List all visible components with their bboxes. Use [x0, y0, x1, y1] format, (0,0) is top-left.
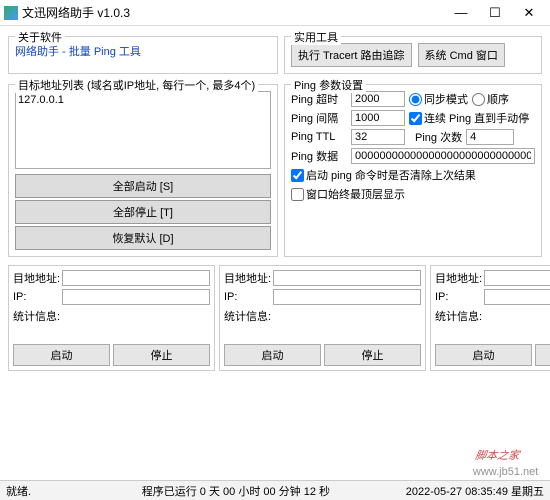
params-title: Ping 参数设置 [291, 77, 366, 93]
tools-title: 实用工具 [291, 29, 341, 45]
stop-all-button[interactable]: 全部停止 [T] [15, 200, 271, 224]
panel-ip-label: IP: [13, 291, 59, 303]
tools-groupbox: 实用工具 执行 Tracert 路由追踪 系统 Cmd 窗口 [284, 36, 542, 74]
statusbar: 就绪. 程序已运行 0 天 00 小时 00 分钟 12 秒 2022-05-2… [0, 480, 550, 500]
panel-addr-label: 目地地址: [224, 270, 270, 286]
timeout-input[interactable] [351, 91, 405, 107]
minimize-button[interactable]: — [444, 2, 478, 24]
topmost-check[interactable]: 窗口始终最顶层显示 [291, 186, 405, 202]
watermark: 脚本之家 www.jb51.net [472, 436, 543, 478]
continuous-check[interactable]: 连续 Ping 直到手动停 [409, 110, 529, 126]
targets-textarea[interactable]: 127.0.0.1 [15, 91, 271, 169]
seq-radio[interactable]: 顺序 [472, 91, 509, 107]
app-icon [4, 6, 18, 20]
panel-addr-label: 目地地址: [435, 270, 481, 286]
interval-input[interactable] [351, 110, 405, 126]
panel-start-button[interactable]: 启动 [224, 344, 321, 366]
status-right: 2022-05-27 08:35:49 星期五 [406, 483, 544, 499]
window-title: 文迅网络助手 v1.0.3 [22, 4, 444, 21]
clear-check[interactable]: 启动 ping 命令时是否清除上次结果 [291, 167, 476, 183]
status-center: 程序已运行 0 天 00 小时 00 分钟 12 秒 [66, 483, 406, 499]
panel-start-button[interactable]: 启动 [435, 344, 532, 366]
panel-stop-button[interactable]: 停止 [535, 344, 550, 366]
panel-ip-input[interactable] [62, 289, 210, 305]
sync-radio[interactable]: 同步模式 [409, 91, 468, 107]
panel-start-button[interactable]: 启动 [13, 344, 110, 366]
close-button[interactable]: ✕ [512, 2, 546, 24]
panel-ip-label: IP: [224, 291, 270, 303]
ttl-input[interactable] [351, 129, 405, 145]
panel-stats-label: 统计信息: [13, 308, 210, 324]
status-left: 就绪. [6, 483, 66, 499]
count-label: Ping 次数 [415, 129, 462, 145]
count-input[interactable] [466, 129, 514, 145]
data-label: Ping 数据 [291, 148, 347, 164]
panel-addr-input[interactable] [62, 270, 210, 286]
ping-panel-2: 目地地址: IP: 统计信息: 启动停止 [219, 265, 426, 371]
panel-stats-label: 统计信息: [435, 308, 550, 324]
panel-stop-button[interactable]: 停止 [113, 344, 210, 366]
interval-label: Ping 间隔 [291, 110, 347, 126]
cmd-button[interactable]: 系统 Cmd 窗口 [418, 43, 505, 67]
panel-stats-label: 统计信息: [224, 308, 421, 324]
panel-addr-input[interactable] [273, 270, 421, 286]
about-link[interactable]: 网络助手 - 批量 Ping 工具 [15, 46, 141, 58]
ping-panels: 目地地址:IP:统计信息:启动停止目地地址:IP:统计信息:启动停止目地地址:I… [8, 265, 542, 371]
content-area: 关于软件 网络助手 - 批量 Ping 工具 实用工具 执行 Tracert 路… [0, 26, 550, 377]
about-groupbox: 关于软件 网络助手 - 批量 Ping 工具 [8, 36, 278, 74]
ping-panel-3: 目地地址: IP: 统计信息: 启动停止 [430, 265, 550, 371]
ttl-label: Ping TTL [291, 131, 347, 143]
panel-ip-label: IP: [435, 291, 481, 303]
targets-groupbox: 目标地址列表 (域名或IP地址, 每行一个, 最多4个) 127.0.0.1 全… [8, 84, 278, 257]
targets-title: 目标地址列表 (域名或IP地址, 每行一个, 最多4个) [15, 77, 258, 93]
panel-ip-input[interactable] [484, 289, 550, 305]
start-all-button[interactable]: 全部启动 [S] [15, 174, 271, 198]
reset-button[interactable]: 恢复默认 [D] [15, 226, 271, 250]
timeout-label: Ping 超时 [291, 91, 347, 107]
maximize-button[interactable]: ☐ [478, 2, 512, 24]
about-title: 关于软件 [15, 29, 65, 45]
panel-addr-input[interactable] [484, 270, 550, 286]
titlebar: 文迅网络助手 v1.0.3 — ☐ ✕ [0, 0, 550, 26]
panel-ip-input[interactable] [273, 289, 421, 305]
panel-addr-label: 目地地址: [13, 270, 59, 286]
params-groupbox: Ping 参数设置 Ping 超时 同步模式 顺序 Ping 间隔 连续 Pin… [284, 84, 542, 257]
data-input[interactable] [351, 148, 535, 164]
panel-stop-button[interactable]: 停止 [324, 344, 421, 366]
tracert-button[interactable]: 执行 Tracert 路由追踪 [291, 43, 412, 67]
ping-panel-1: 目地地址: IP: 统计信息: 启动停止 [8, 265, 215, 371]
